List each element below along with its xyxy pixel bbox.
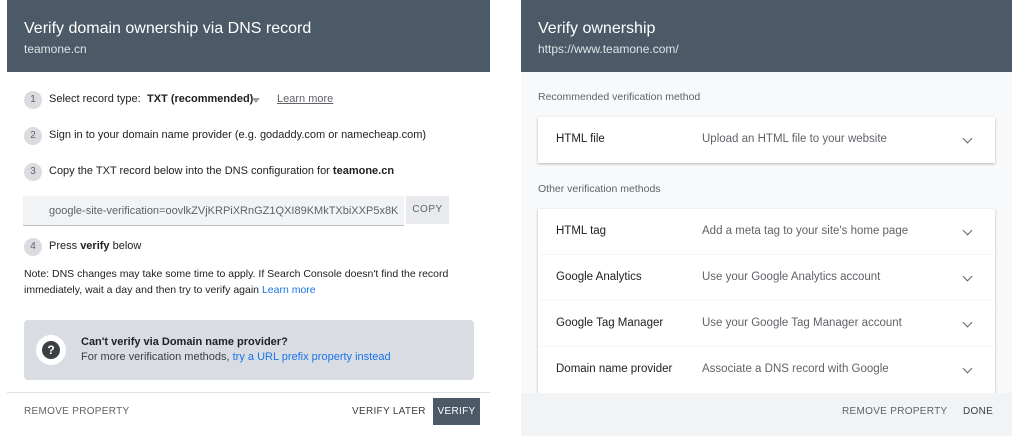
step-label: Sign in to your domain name provider (e.… [49, 129, 427, 141]
step-4-text-after: below [112, 240, 142, 252]
done-button[interactable]: DONE [963, 406, 993, 417]
chevron-down-icon[interactable] [962, 225, 973, 236]
copy-button[interactable]: COPY [406, 196, 449, 224]
dialog-footer: REMOVE PROPERTY DONE [521, 393, 1012, 436]
dialog-footer: REMOVE PROPERTY VERIFY LATER VERIFY [7, 392, 490, 436]
txt-record-field[interactable]: google-site-verification=oovlkZVjKRPiXRn… [23, 196, 404, 226]
help-circle-icon: ? [36, 335, 66, 365]
step-4: 4 Press verify below [24, 237, 484, 257]
step-1: 1 Select record type: TXT (recommended) … [24, 90, 484, 110]
step-number: 1 [24, 91, 42, 109]
remove-property-button[interactable]: REMOVE PROPERTY [842, 406, 947, 417]
verify-button[interactable]: VERIFY [433, 398, 480, 425]
method-name: HTML tag [556, 225, 607, 237]
step-4-text-before: Press [49, 240, 78, 252]
dialog-title: Verify domain ownership via DNS record [24, 20, 312, 37]
step-4-emph: verify [80, 240, 110, 252]
step-3-text: Copy the TXT record below into the DNS c… [49, 165, 330, 177]
recommended-section-label: Recommended verification method [538, 91, 701, 103]
record-type-select[interactable]: TXT (recommended) [147, 93, 253, 105]
step-3-domain: teamone.cn [332, 165, 395, 177]
step-label: Press verify below [49, 240, 141, 252]
chevron-down-icon[interactable] [962, 317, 973, 328]
chevron-down-icon[interactable] [962, 133, 973, 144]
help-title: Can't verify via Domain name provider? [81, 336, 288, 348]
chevron-down-icon[interactable] [962, 271, 973, 282]
learn-more-link[interactable]: Learn more [277, 93, 333, 105]
method-description: Use your Google Tag Manager account [702, 317, 902, 329]
dialog-header: Verify domain ownership via DNS record t… [7, 0, 490, 72]
step-number: 3 [24, 163, 42, 181]
method-description: Associate a DNS record with Google [702, 363, 889, 375]
method-description: Add a meta tag to your site's home page [702, 225, 909, 237]
method-name: Domain name provider [556, 363, 673, 375]
dns-note: Note: DNS changes may take some time to … [24, 266, 464, 298]
verify-ownership-dialog: Verify ownership https://www.teamone.com… [521, 0, 1012, 436]
txt-record-value[interactable]: google-site-verification=oovlkZVjKRPiXRn… [49, 205, 398, 217]
dropdown-caret-icon[interactable] [252, 98, 260, 103]
method-description: Upload an HTML file to your website [702, 133, 887, 145]
dialog-title: Verify ownership [538, 20, 656, 37]
method-description: Use your Google Analytics account [702, 271, 881, 283]
dialog-url: https://www.teamone.com/ [538, 42, 679, 56]
method-html-file[interactable]: HTML file Upload an HTML file to your we… [538, 117, 995, 163]
help-text-prefix: For more verification methods, [81, 351, 230, 363]
method-google-analytics[interactable]: Google Analytics Use your Google Analyti… [538, 255, 995, 301]
note-text: Note: DNS changes may take some time to … [24, 268, 449, 296]
method-google-tag-manager[interactable]: Google Tag Manager Use your Google Tag M… [538, 301, 995, 347]
txt-record-row: google-site-verification=oovlkZVjKRPiXRn… [23, 196, 483, 226]
method-html-tag[interactable]: HTML tag Add a meta tag to your site's h… [538, 209, 995, 255]
chevron-down-icon[interactable] [962, 363, 973, 374]
method-name: Google Tag Manager [556, 317, 664, 329]
step-label: Copy the TXT record below into the DNS c… [49, 165, 394, 177]
dialog-domain: teamone.cn [24, 42, 87, 56]
verify-later-button[interactable]: VERIFY LATER [352, 406, 426, 417]
remove-property-button[interactable]: REMOVE PROPERTY [24, 406, 129, 417]
dns-verification-dialog: Verify domain ownership via DNS record t… [7, 0, 490, 436]
other-section-label: Other verification methods [538, 183, 661, 195]
dialog-header: Verify ownership https://www.teamone.com… [521, 0, 1012, 72]
note-learn-more-link[interactable]: Learn more [262, 284, 316, 296]
url-prefix-link[interactable]: try a URL prefix property instead [233, 351, 391, 363]
step-number: 4 [24, 238, 42, 256]
help-text: For more verification methods, try a URL… [81, 351, 391, 363]
method-name: Google Analytics [556, 271, 642, 283]
help-card: ? Can't verify via Domain name provider?… [24, 320, 474, 380]
panel-divider [503, 0, 511, 436]
step-number: 2 [24, 127, 42, 145]
step-2: 2 Sign in to your domain name provider (… [24, 126, 484, 146]
method-domain-name-provider[interactable]: Domain name provider Associate a DNS rec… [538, 347, 995, 393]
method-name: HTML file [556, 133, 605, 145]
step-label: Select record type: [49, 93, 141, 105]
step-3: 3 Copy the TXT record below into the DNS… [24, 162, 484, 182]
